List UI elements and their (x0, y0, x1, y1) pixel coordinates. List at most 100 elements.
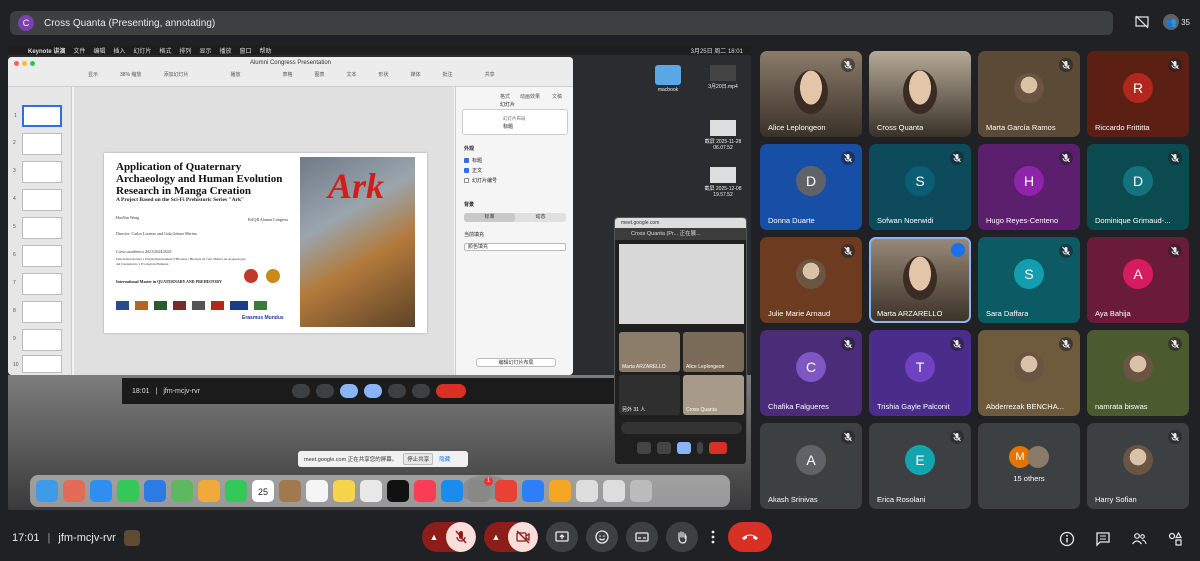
people-button[interactable] (1128, 528, 1150, 550)
shared-meet-bar: 18:01 | jfm-mcjv-rvr (122, 378, 622, 404)
participant-tile[interactable]: Cross Quanta (869, 51, 971, 137)
pip-tile: Cross Quanta (683, 375, 744, 415)
settings-badge: 1 (484, 477, 493, 486)
pip-reactions (621, 422, 742, 434)
slide-layout-label: 幻灯片布局 (503, 116, 526, 121)
participant-tile[interactable]: M 15 others (978, 423, 1080, 509)
partner-logo-icon (154, 301, 167, 310)
shapes-icon (1168, 531, 1183, 546)
slide-navigator: 1 2 3 4 5 6 7 8 9 10 (8, 87, 72, 375)
participant-tile[interactable]: namrata biswas (1087, 330, 1189, 416)
mic-off-icon (1168, 337, 1182, 351)
thumb-number: 6 (13, 252, 16, 258)
tool-comment: 批注 (442, 72, 453, 78)
menubar-item: 窗口 (239, 48, 252, 55)
thumb-number: 1 (14, 113, 17, 119)
participant-tile[interactable]: S Sara Daffara (978, 237, 1080, 323)
present-button[interactable] (546, 522, 578, 552)
raise-hand-button[interactable] (666, 522, 698, 552)
participant-tile[interactable]: Abderrezak BENCHA... (978, 330, 1080, 416)
folder-icon (655, 65, 681, 85)
participant-photo (1014, 72, 1044, 103)
mic-options-chevron-icon[interactable]: ▲ (422, 522, 446, 552)
desktop-item-label: 截屏 2025-11-28 06.07.52 (704, 139, 742, 151)
seg-dynamic: 动态 (535, 214, 546, 220)
participant-tile[interactable]: Julie Marie Arnaud (760, 237, 862, 323)
participant-avatar: R (1123, 72, 1153, 103)
checkbox-icon (464, 168, 469, 173)
slide-author: HuaYan Weng (116, 215, 140, 220)
mic-toggle-button[interactable] (446, 522, 476, 552)
check-slide-number: 幻灯片编号 (464, 177, 497, 184)
desktop-item-label: macbook (657, 87, 679, 93)
participant-name: Cross Quanta (877, 123, 924, 132)
hide-presentation-icon (1135, 15, 1149, 29)
activities-button[interactable] (1164, 528, 1186, 550)
more-vert-icon (711, 530, 715, 544)
pip-tiles: Marta ARZARELLO Alice Leplongeon 另外 31 人… (619, 332, 744, 415)
meeting-control-bar: 17:01 | jfm-mcjv-rvr ▲ ▲ (0, 518, 1200, 561)
people-icon (1132, 533, 1147, 545)
participant-name: Akash Srinivas (768, 495, 818, 504)
mic-off-icon (1168, 151, 1182, 165)
participant-tile[interactable]: R Riccardo Frittitta (1087, 51, 1189, 137)
participant-name: Julie Marie Arnaud (768, 309, 831, 318)
menubar-item: 排列 (179, 48, 192, 55)
participant-tile[interactable]: A Akash Srinivas (760, 423, 862, 509)
participant-tile[interactable]: H Hugo Reyes-Centeno (978, 144, 1080, 230)
pip-url: meet.google.com (615, 218, 746, 228)
slide-thumb: 9 (13, 329, 62, 351)
participant-tile[interactable]: S Sofwan Noerwidi (869, 144, 971, 230)
tool-table: 表格 (282, 72, 293, 78)
participant-name: Abderrezak BENCHA... (986, 402, 1064, 411)
meeting-code: jfm-mcjv-rvr (58, 532, 116, 544)
captions-button[interactable] (626, 522, 658, 552)
participant-tile[interactable]: T Trishia Gayle Palconit (869, 330, 971, 416)
participant-tile[interactable]: E Erica Rosolani (869, 423, 971, 509)
messages-icon (117, 480, 139, 502)
trash-icon (630, 480, 652, 502)
pip-controls (621, 440, 742, 456)
participant-tile[interactable]: C Chafika Falgueres (760, 330, 862, 416)
participant-tile[interactable]: Marta ARZARELLO (869, 237, 971, 323)
finder-icon (36, 480, 58, 502)
participant-tile[interactable]: Marta García Ramos (978, 51, 1080, 137)
checkbox-icon (464, 158, 469, 163)
fill-select: 颜色填充 (464, 243, 566, 251)
meet-pip-window: meet.google.com Cross Quanta (Pr... 正在展.… (614, 217, 747, 465)
presenter-title: Cross Quanta (Presenting, annotating) (44, 17, 216, 29)
people-count-badge[interactable]: 👥 35 (1163, 14, 1190, 30)
hide-presentation-button[interactable] (1131, 11, 1153, 33)
mic-off-icon (1059, 151, 1073, 165)
meeting-details-button[interactable] (1056, 528, 1078, 550)
reactions-button[interactable] (586, 522, 618, 552)
pip-end (708, 442, 727, 454)
people-icon: 👥 (1163, 14, 1180, 30)
eu-flag-icon (230, 301, 248, 310)
leave-call-button[interactable] (728, 522, 772, 552)
more-options-button[interactable] (706, 522, 720, 552)
screenshot-file-icon (710, 120, 736, 136)
host-controls-icon[interactable] (123, 530, 140, 546)
participant-name: Riccardo Frittitta (1095, 123, 1150, 132)
camera-toggle-button[interactable] (508, 522, 538, 552)
background-segmented: 标准 动态 (464, 213, 566, 222)
participant-name: Marta ARZARELLO (877, 309, 943, 318)
mic-off-icon (1059, 337, 1073, 351)
share-notification: meet.google.com 正在共享您的屏幕。 停止共享 隐藏 (298, 451, 468, 467)
participant-tile[interactable]: A Aya Bahija (1087, 237, 1189, 323)
participant-tile[interactable]: D Dominique Grimaud-... (1087, 144, 1189, 230)
participant-tile[interactable]: Harry Sofian (1087, 423, 1189, 509)
tool-view: 显示 (88, 72, 99, 78)
participant-avatar: E (905, 444, 935, 475)
thumb-number: 7 (13, 280, 16, 286)
chat-button[interactable] (1092, 528, 1114, 550)
desktop-file: 3月20日.mp4 (698, 65, 748, 90)
pip-cam (656, 442, 671, 454)
participant-tile[interactable]: Alice Leplongeon (760, 51, 862, 137)
inspector-heading: 幻灯片 (500, 102, 516, 108)
participant-tile[interactable]: D Donna Duarte (760, 144, 862, 230)
participant-name: 15 others (1013, 474, 1045, 483)
format-inspector: 格式 动画效果 文稿 幻灯片 幻灯片布局 标题 外观 标题 正文 幻灯片编号 背… (455, 87, 573, 375)
camera-options-chevron-icon[interactable]: ▲ (484, 522, 508, 552)
